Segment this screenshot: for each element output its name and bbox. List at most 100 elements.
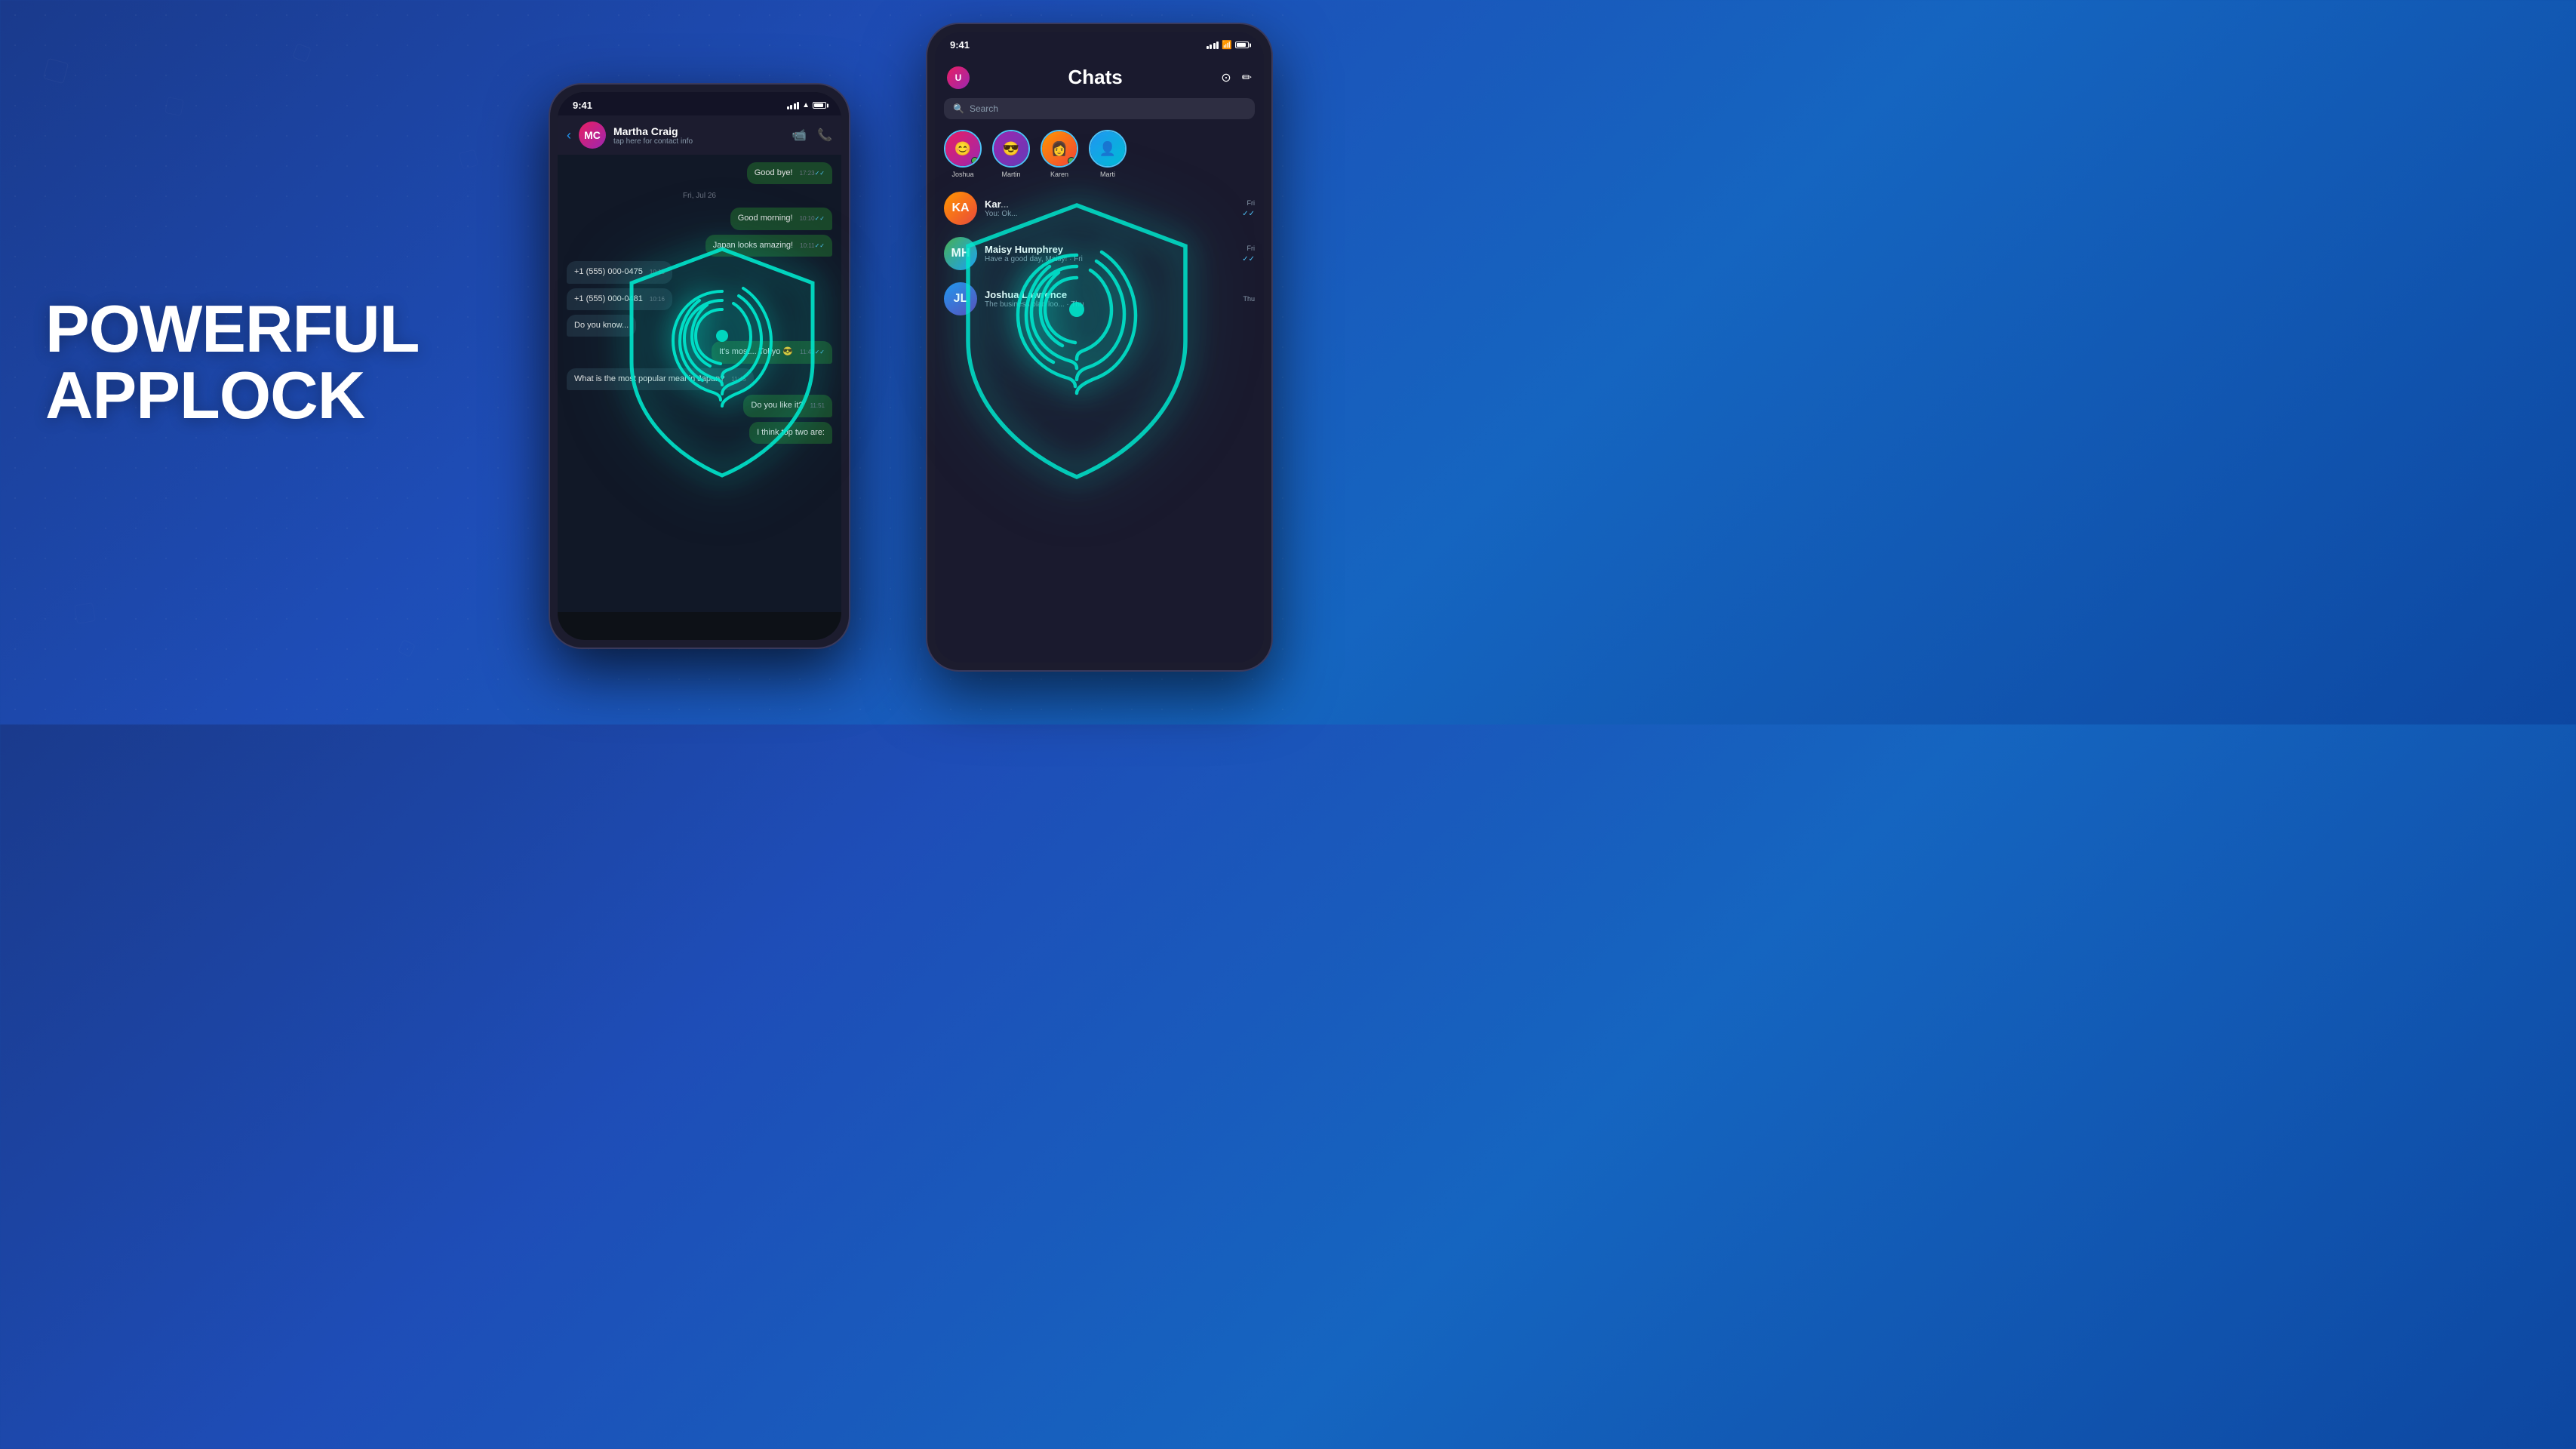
story-item[interactable]: 😊 Joshua xyxy=(944,130,982,178)
chat-list-item[interactable]: JL Joshua Lawrence The business plan loo… xyxy=(935,276,1264,321)
online-indicator xyxy=(971,157,979,165)
msg-time: 11:45 xyxy=(731,376,745,383)
battery-icon-back xyxy=(1235,42,1249,48)
message-item: Do you like it? 11:51 xyxy=(743,395,832,417)
chat-list-item[interactable]: KA Kar... You: Ok... Fri ✓✓ xyxy=(935,186,1264,231)
chat-info-joshua: Joshua Lawrence The business plan loo...… xyxy=(985,289,1235,309)
msg-time: 11:43 xyxy=(800,349,814,355)
chat-avatar-karen: KA xyxy=(944,192,977,225)
phone-front: 9:41 ▲ ‹ MC xyxy=(549,83,850,649)
message-item: Do you know... xyxy=(567,315,636,337)
phone-front-screen: 9:41 ▲ ‹ MC xyxy=(558,92,841,640)
chats-title: Chats xyxy=(1068,66,1122,89)
message-item: Good bye! 17:23✓✓ xyxy=(747,162,832,184)
msg-check: ✓✓ xyxy=(815,349,825,355)
chat-name-maisy: Maisy Humphrey xyxy=(985,244,1234,255)
msg-time: 10:16 xyxy=(650,296,665,303)
headline-text: POWERFUL APPLOCK xyxy=(45,296,438,429)
chat-preview-karen: You: Ok... xyxy=(985,210,1234,218)
avatar-initials: MC xyxy=(579,122,606,149)
story-name-1: Martin xyxy=(1001,171,1020,178)
contact-sub: tap here for contact info xyxy=(613,137,784,146)
search-placeholder: Search xyxy=(970,103,998,114)
message-item: It's most... Tokyo 😎 11:43✓✓ xyxy=(712,341,832,363)
chat-list-item[interactable]: MH Maisy Humphrey Have a good day, Maisy… xyxy=(935,231,1264,276)
msg-time: 17:23 xyxy=(800,170,815,177)
message-item: +1 (555) 000-0475 10:15 xyxy=(567,261,672,283)
wifi-icon-back: 📶 xyxy=(1222,40,1232,50)
chat-meta-joshua: Thu xyxy=(1243,295,1255,303)
message-item: Japan looks amazing! 10:11✓✓ xyxy=(705,235,832,257)
story-avatar-1: 😎 xyxy=(992,130,1030,168)
search-icon: 🔍 xyxy=(953,103,964,114)
story-name-3: Marti xyxy=(1100,171,1115,178)
chat-info-karen: Kar... You: Ok... xyxy=(985,198,1234,218)
camera-icon[interactable]: ⊙ xyxy=(1221,70,1231,85)
messages-area: Good bye! 17:23✓✓ Fri, Jul 26 Good morni… xyxy=(558,155,841,612)
story-name-0: Joshua xyxy=(951,171,973,178)
status-icons-back: 📶 xyxy=(1207,40,1249,50)
contact-name: Martha Craig xyxy=(613,125,784,137)
chat-name-info: Martha Craig tap here for contact info xyxy=(613,125,784,146)
chat-name-karen: Kar... xyxy=(985,198,1234,210)
msg-time: 10:10 xyxy=(800,215,815,222)
story-item[interactable]: 👤 Marti xyxy=(1089,130,1127,178)
search-bar[interactable]: 🔍 Search xyxy=(944,98,1255,119)
story-avatar-0: 😊 xyxy=(944,130,982,168)
story-item[interactable]: 👩 Karen xyxy=(1041,130,1078,178)
chat-contact-avatar: MC xyxy=(579,122,606,149)
phone-back-screen: 9:41 📶 U Chats ⊙ ✏ xyxy=(935,32,1264,663)
chats-header-icons: ⊙ ✏ xyxy=(1221,70,1252,85)
story-avatar-2: 👩 xyxy=(1041,130,1078,168)
msg-time: 10:11 xyxy=(800,242,814,249)
status-bar-back: 9:41 📶 xyxy=(935,32,1264,55)
story-item[interactable]: 😎 Martin xyxy=(992,130,1030,178)
msg-check: ✓✓ xyxy=(815,215,825,222)
check-icon-maisy: ✓✓ xyxy=(1242,255,1255,263)
phones-area: 9:41 📶 U Chats ⊙ ✏ xyxy=(458,0,1288,724)
msg-time: 11:51 xyxy=(810,402,825,409)
check-icon-karen: ✓✓ xyxy=(1242,210,1255,218)
chats-header: U Chats ⊙ ✏ xyxy=(935,55,1264,95)
voice-call-icon[interactable]: 📞 xyxy=(817,128,832,143)
chat-preview-joshua: The business plan loo... · Thu xyxy=(985,300,1235,309)
story-name-2: Karen xyxy=(1050,171,1068,178)
chat-preview-maisy: Have a good day, Maisy! · Fri xyxy=(985,255,1234,263)
msg-time: 10:15 xyxy=(650,269,665,275)
chat-avatar-maisy: MH xyxy=(944,237,977,270)
chat-avatar-joshua: JL xyxy=(944,282,977,315)
signal-icon-front xyxy=(787,102,800,109)
phone-back: 9:41 📶 U Chats ⊙ ✏ xyxy=(926,23,1273,672)
message-item: +1 (555) 000-0481 10:16 xyxy=(567,288,672,310)
msg-check: ✓✓ xyxy=(815,170,825,177)
chat-info-maisy: Maisy Humphrey Have a good day, Maisy! ·… xyxy=(985,244,1234,263)
message-item: I think top two are: xyxy=(749,422,832,444)
time-back: 9:41 xyxy=(950,39,970,51)
chat-header: ‹ MC Martha Craig tap here for contact i… xyxy=(558,115,841,155)
message-item: Good morning! 10:10✓✓ xyxy=(730,208,832,229)
signal-icon-back xyxy=(1207,42,1219,49)
wifi-icon-front: ▲ xyxy=(802,101,810,109)
online-indicator xyxy=(1068,157,1075,165)
chat-time-joshua: Thu xyxy=(1243,295,1255,303)
status-icons-front: ▲ xyxy=(787,101,826,109)
story-avatar-3: 👤 xyxy=(1089,130,1127,168)
status-bar-front: 9:41 ▲ xyxy=(558,92,841,115)
msg-check: ✓✓ xyxy=(815,242,825,249)
back-arrow[interactable]: ‹ xyxy=(567,128,571,143)
date-divider: Fri, Jul 26 xyxy=(567,192,832,200)
chat-header-icons: 📹 📞 xyxy=(792,128,832,143)
headline-section: POWERFUL APPLOCK xyxy=(45,296,438,429)
compose-icon[interactable]: ✏ xyxy=(1242,70,1252,85)
user-avatar-back: U xyxy=(947,66,970,89)
message-item: What is the most popular meal in Japan? … xyxy=(567,368,754,390)
chat-name-joshua: Joshua Lawrence xyxy=(985,289,1235,300)
chat-time-karen: Fri xyxy=(1247,199,1256,207)
video-call-icon[interactable]: 📹 xyxy=(792,128,807,143)
chat-time-maisy: Fri xyxy=(1247,245,1256,252)
stories-row: 😊 Joshua 😎 Martin 👩 Karen xyxy=(935,127,1264,186)
chat-meta-maisy: Fri ✓✓ xyxy=(1242,245,1255,263)
chat-meta-karen: Fri ✓✓ xyxy=(1242,199,1255,218)
time-front: 9:41 xyxy=(573,100,592,111)
battery-icon-front xyxy=(813,102,826,109)
